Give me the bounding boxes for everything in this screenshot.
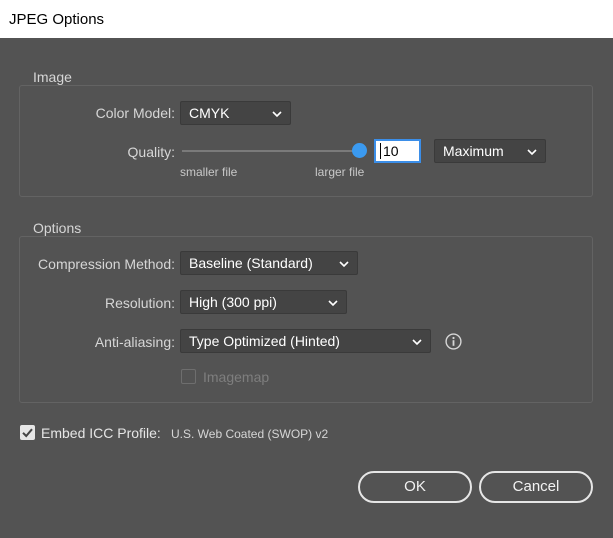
quality-preset-value: Maximum xyxy=(443,143,504,159)
imagemap-label: Imagemap xyxy=(203,369,270,385)
color-model-label: Color Model: xyxy=(95,105,175,121)
imagemap-checkbox[interactable] xyxy=(181,369,196,384)
title-bar: JPEG Options xyxy=(0,0,613,38)
icc-profile-name: U.S. Web Coated (SWOP) v2 xyxy=(171,427,329,441)
compression-method-value: Baseline (Standard) xyxy=(189,255,313,271)
resolution-select[interactable]: High (300 ppi) xyxy=(180,290,347,314)
resolution-label: Resolution: xyxy=(104,295,175,311)
embed-icc-checkbox[interactable] xyxy=(20,425,35,440)
compression-method-label: Compression Method: xyxy=(38,256,175,272)
smaller-file-label: smaller file xyxy=(180,165,238,179)
window-title: JPEG Options xyxy=(9,11,105,28)
quality-input[interactable]: 10 xyxy=(374,139,421,163)
quality-value: 10 xyxy=(383,143,399,159)
chevron-down-icon xyxy=(412,339,422,346)
chevron-down-icon xyxy=(339,261,349,268)
info-icon[interactable] xyxy=(445,333,462,350)
resolution-value: High (300 ppi) xyxy=(189,294,277,310)
text-caret xyxy=(380,143,381,159)
quality-preset-select[interactable]: Maximum xyxy=(434,139,546,163)
compression-method-select[interactable]: Baseline (Standard) xyxy=(180,251,358,275)
cancel-button[interactable]: Cancel xyxy=(479,471,593,503)
anti-aliasing-value: Type Optimized (Hinted) xyxy=(189,333,340,349)
color-model-value: CMYK xyxy=(189,105,230,121)
chevron-down-icon xyxy=(328,300,338,307)
chevron-down-icon xyxy=(272,111,282,118)
options-group-legend: Options xyxy=(31,220,84,236)
anti-aliasing-select[interactable]: Type Optimized (Hinted) xyxy=(180,329,431,353)
embed-icc-label: Embed ICC Profile: xyxy=(41,425,161,441)
quality-slider-track[interactable] xyxy=(182,150,360,152)
image-group-legend: Image xyxy=(31,69,74,85)
ok-button[interactable]: OK xyxy=(358,471,472,503)
checkmark-icon xyxy=(22,428,33,438)
quality-slider-handle[interactable] xyxy=(352,143,367,158)
quality-label: Quality: xyxy=(127,144,175,160)
larger-file-label: larger file xyxy=(315,165,365,179)
chevron-down-icon xyxy=(527,149,537,156)
color-model-select[interactable]: CMYK xyxy=(180,101,291,125)
anti-aliasing-label: Anti-aliasing: xyxy=(94,334,175,350)
